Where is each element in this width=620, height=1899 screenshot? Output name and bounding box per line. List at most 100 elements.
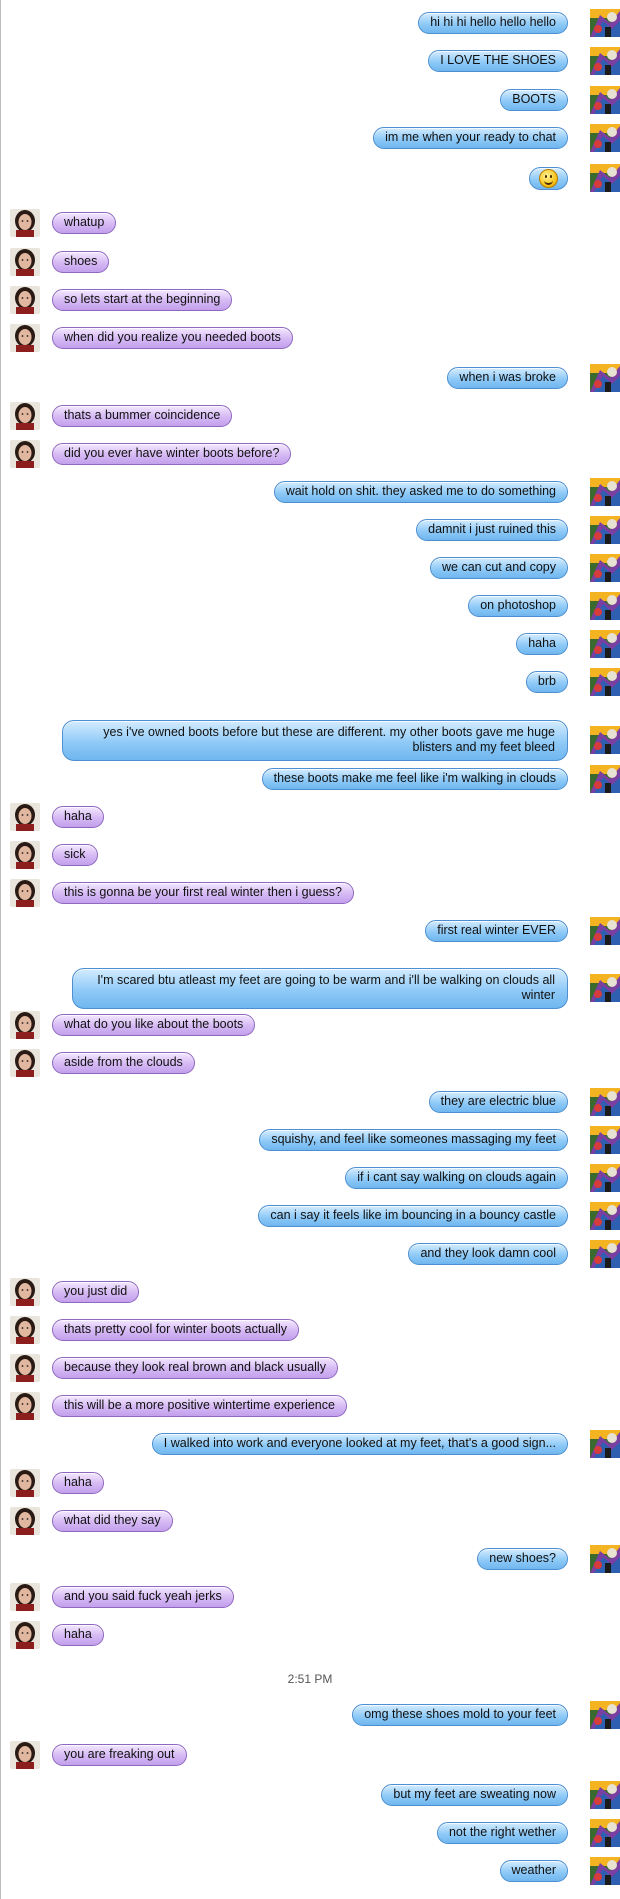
contact-avatar-icon [10, 841, 40, 869]
self-avatar-icon [590, 917, 620, 945]
contact-avatar-icon [10, 1392, 40, 1420]
sent-message-bubble: on photoshop [468, 595, 568, 617]
self-avatar-icon [590, 1545, 620, 1573]
contact-avatar-icon [10, 1011, 40, 1039]
self-avatar-icon [590, 124, 620, 152]
received-message-bubble: haha [52, 1472, 104, 1494]
message-row-sent: when i was broke [0, 363, 620, 393]
timestamp: 2:51 PM [287, 1672, 333, 1686]
smiley-emoji-icon [539, 169, 558, 188]
received-message-bubble: thats a bummer coincidence [52, 405, 233, 427]
sent-message-bubble: weather [499, 1860, 568, 1882]
contact-avatar-icon [10, 1621, 40, 1649]
self-avatar-icon [590, 164, 620, 192]
message-row-sent: but my feet are sweating now [0, 1780, 620, 1810]
contact-avatar-icon [10, 1741, 40, 1769]
self-avatar-icon [590, 1240, 620, 1268]
message-row-received: so lets start at the beginning [0, 285, 620, 315]
message-row-received: what did they say [0, 1506, 620, 1536]
message-row-received: what do you like about the boots [0, 1010, 620, 1040]
sent-message-bubble: I walked into work and everyone looked a… [151, 1433, 568, 1455]
received-message-bubble: did you ever have winter boots before? [52, 443, 292, 465]
contact-avatar-icon [10, 324, 40, 352]
message-row-received: haha [0, 1620, 620, 1650]
sent-message-bubble: I LOVE THE SHOES [428, 50, 568, 72]
message-row-received: whatup [0, 208, 620, 238]
received-message-bubble: haha [52, 1624, 104, 1646]
message-row-sent: im me when your ready to chat [0, 123, 620, 153]
sent-message-bubble: can i say it feels like im bouncing in a… [258, 1205, 568, 1227]
self-avatar-icon [590, 1701, 620, 1729]
sent-message-bubble: if i cant say walking on clouds again [345, 1167, 568, 1189]
sent-message-bubble: when i was broke [447, 367, 568, 389]
sent-message-bubble: yes i've owned boots before but these ar… [62, 720, 568, 761]
message-row-sent: can i say it feels like im bouncing in a… [0, 1201, 620, 1231]
message-row-received: you just did [0, 1277, 620, 1307]
sent-message-bubble: haha [516, 633, 568, 655]
self-avatar-icon [590, 668, 620, 696]
received-message-bubble: aside from the clouds [52, 1052, 195, 1074]
contact-avatar-icon [10, 803, 40, 831]
sent-message-bubble: new shoes? [477, 1548, 568, 1570]
self-avatar-icon [590, 1202, 620, 1230]
self-avatar-icon [590, 1819, 620, 1847]
message-row-sent: squishy, and feel like someones massagin… [0, 1125, 620, 1155]
message-row-sent: we can cut and copy [0, 553, 620, 583]
received-message-bubble: sick [52, 844, 98, 866]
self-avatar-icon [590, 1126, 620, 1154]
contact-avatar-icon [10, 440, 40, 468]
message-row-received: when did you realize you needed boots [0, 323, 620, 353]
self-avatar-icon [590, 47, 620, 75]
message-row-received: haha [0, 802, 620, 832]
contact-avatar-icon [10, 248, 40, 276]
contact-avatar-icon [10, 1469, 40, 1497]
message-row-sent: I'm scared btu atleast my feet are going… [0, 966, 620, 1010]
message-row-received: aside from the clouds [0, 1048, 620, 1078]
received-message-bubble: because they look real brown and black u… [52, 1357, 338, 1379]
sent-message-bubble: brb [525, 671, 568, 693]
message-row-received: this is gonna be your first real winter … [0, 878, 620, 908]
sent-message-bubble: we can cut and copy [430, 557, 568, 579]
sent-message-bubble: I'm scared btu atleast my feet are going… [72, 968, 568, 1009]
message-row-sent: brb [0, 667, 620, 697]
message-row-received: because they look real brown and black u… [0, 1353, 620, 1383]
received-message-bubble: so lets start at the beginning [52, 289, 233, 311]
message-row-sent: and they look damn cool [0, 1239, 620, 1269]
message-row-sent [0, 163, 620, 193]
received-message-bubble: what did they say [52, 1510, 173, 1532]
sent-message-bubble: hi hi hi hello hello hello [418, 12, 568, 34]
message-row-received: did you ever have winter boots before? [0, 439, 620, 469]
received-message-bubble: what do you like about the boots [52, 1014, 256, 1036]
sent-message-bubble: but my feet are sweating now [381, 1784, 568, 1806]
received-message-bubble: shoes [52, 251, 110, 273]
sent-message-bubble: these boots make me feel like i'm walkin… [261, 768, 568, 790]
message-row-sent: hi hi hi hello hello hello [0, 8, 620, 38]
sent-message-bubble: squishy, and feel like someones massagin… [259, 1129, 568, 1151]
contact-avatar-icon [10, 209, 40, 237]
message-row-received: shoes [0, 247, 620, 277]
message-row-received: and you said fuck yeah jerks [0, 1582, 620, 1612]
received-message-bubble: and you said fuck yeah jerks [52, 1586, 234, 1608]
received-message-bubble: you are freaking out [52, 1744, 187, 1766]
message-row-received: this will be a more positive wintertime … [0, 1391, 620, 1421]
message-row-sent: first real winter EVER [0, 916, 620, 946]
message-row-sent: BOOTS [0, 85, 620, 115]
self-avatar-icon [590, 1857, 620, 1885]
message-row-sent: these boots make me feel like i'm walkin… [0, 764, 620, 794]
contact-avatar-icon [10, 1507, 40, 1535]
sent-message-bubble: first real winter EVER [425, 920, 568, 942]
self-avatar-icon [590, 554, 620, 582]
self-avatar-icon [590, 9, 620, 37]
sent-message-bubble: BOOTS [500, 89, 568, 111]
self-avatar-icon [590, 364, 620, 392]
message-row-sent: omg these shoes mold to your feet [0, 1700, 620, 1730]
contact-avatar-icon [10, 1049, 40, 1077]
contact-avatar-icon [10, 879, 40, 907]
sent-message-bubble [529, 167, 568, 190]
received-message-bubble: you just did [52, 1281, 140, 1303]
message-row-sent: haha [0, 629, 620, 659]
self-avatar-icon [590, 630, 620, 658]
self-avatar-icon [590, 478, 620, 506]
self-avatar-icon [590, 86, 620, 114]
self-avatar-icon [590, 1781, 620, 1809]
